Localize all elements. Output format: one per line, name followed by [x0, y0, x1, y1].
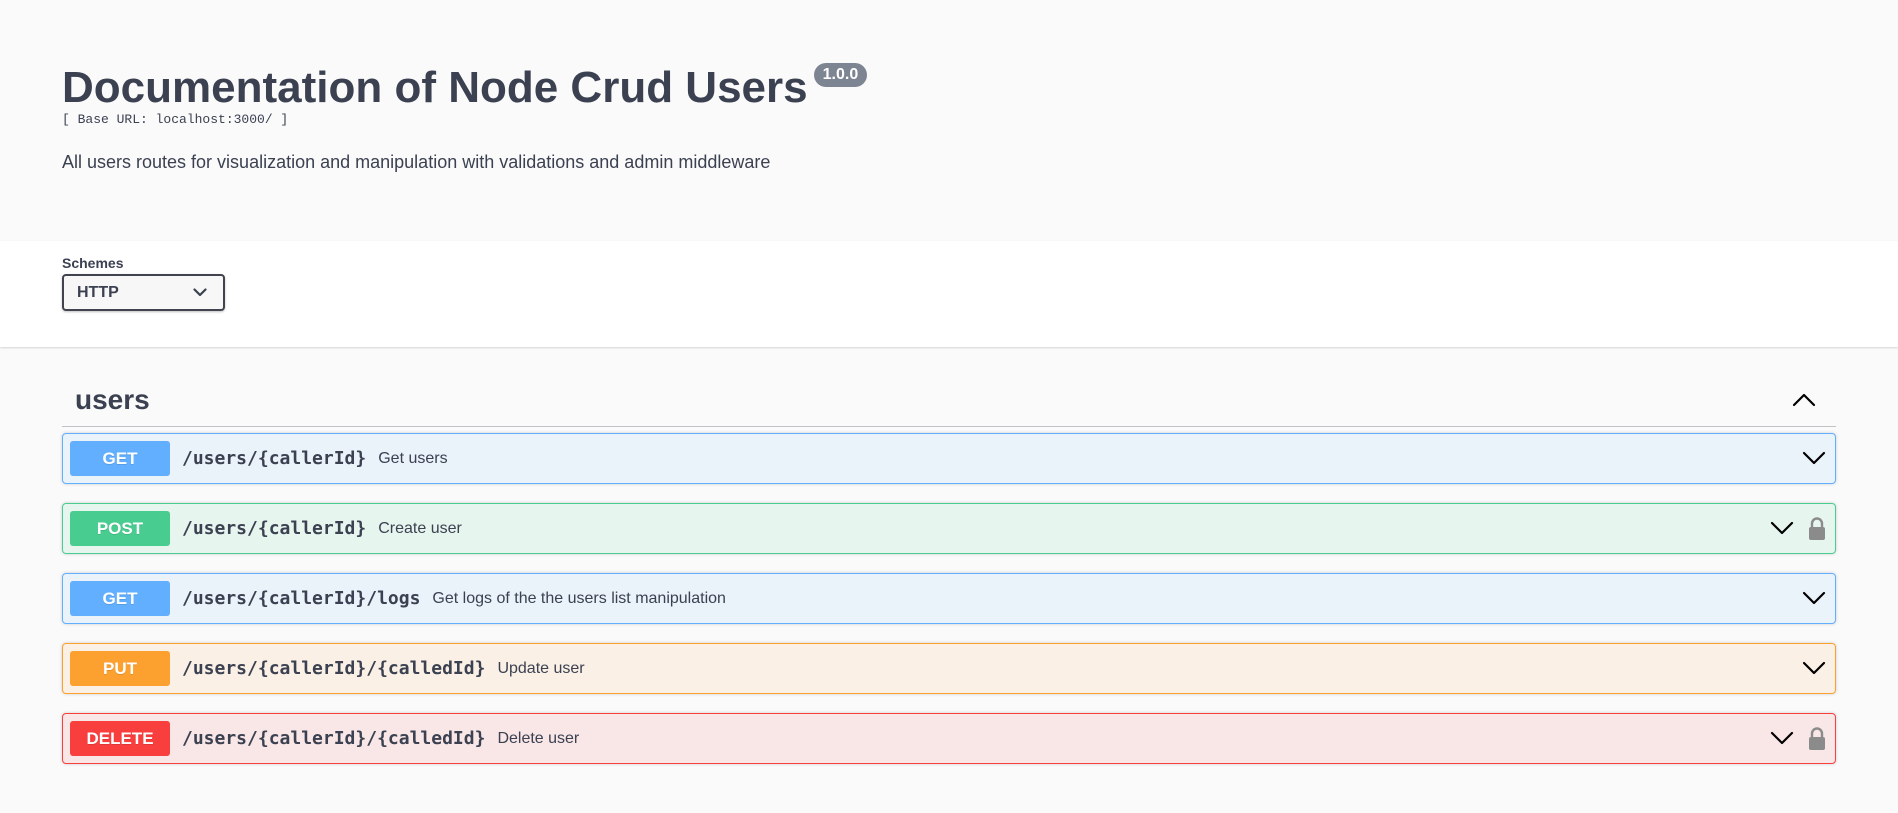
api-description: All users routes for visualization and m… — [62, 152, 771, 172]
operation-summary: Delete user — [497, 729, 580, 747]
version-badge: 1.0.0 — [813, 63, 868, 87]
lock-icon[interactable] — [1808, 516, 1826, 541]
method-badge: GET — [70, 441, 170, 476]
chevron-down-icon[interactable] — [1770, 521, 1794, 536]
info-section: Documentation of Node Crud Users 1.0.0 [… — [0, 0, 1898, 241]
title-row: Documentation of Node Crud Users 1.0.0 — [62, 60, 1898, 110]
operation-path: /users/{callerId} — [182, 448, 367, 469]
chevron-down-icon — [193, 288, 207, 297]
lock-icon[interactable] — [1808, 726, 1826, 751]
chevron-down-icon[interactable] — [1770, 731, 1794, 746]
operation-summary: Create user — [378, 519, 462, 537]
operation-summary: Get users — [378, 449, 448, 467]
operation-path: /users/{callerId} — [182, 518, 367, 539]
method-badge: DELETE — [70, 721, 170, 756]
opblock-put-user[interactable]: PUT /users/{callerId}/{calledId} Update … — [62, 643, 1836, 694]
schemes-selected-value: HTTP — [77, 283, 119, 301]
method-badge: POST — [70, 511, 170, 546]
tag-header-users[interactable]: users — [62, 383, 1836, 427]
chevron-down-icon[interactable] — [1802, 451, 1826, 466]
opblock-get-users[interactable]: GET /users/{callerId} Get users — [62, 433, 1836, 484]
operation-path: /users/{callerId}/{calledId} — [182, 658, 486, 679]
method-badge: PUT — [70, 651, 170, 686]
base-url: [ Base URL: localhost:3000/ ] — [62, 112, 289, 127]
page-title: Documentation of Node Crud Users — [62, 63, 808, 112]
opblock-delete-user[interactable]: DELETE /users/{callerId}/{calledId} Dele… — [62, 713, 1836, 764]
schemes-select[interactable]: HTTP — [62, 274, 225, 311]
operations-section: users GET /users/{callerId} Get users PO… — [0, 347, 1898, 764]
chevron-up-icon[interactable] — [1792, 392, 1816, 407]
opblock-post-user[interactable]: POST /users/{callerId} Create user — [62, 503, 1836, 554]
operation-summary: Update user — [497, 659, 585, 677]
operation-path: /users/{callerId}/{calledId} — [182, 728, 486, 749]
schemes-section: Schemes HTTP — [0, 241, 1898, 347]
schemes-label: Schemes — [62, 255, 124, 271]
tag-title: users — [75, 383, 150, 415]
operation-summary: Get logs of the the users list manipulat… — [432, 589, 726, 607]
method-badge: GET — [70, 581, 170, 616]
chevron-down-icon[interactable] — [1802, 591, 1826, 606]
chevron-down-icon[interactable] — [1802, 661, 1826, 676]
opblock-get-logs[interactable]: GET /users/{callerId}/logs Get logs of t… — [62, 573, 1836, 624]
operation-path: /users/{callerId}/logs — [182, 588, 421, 609]
